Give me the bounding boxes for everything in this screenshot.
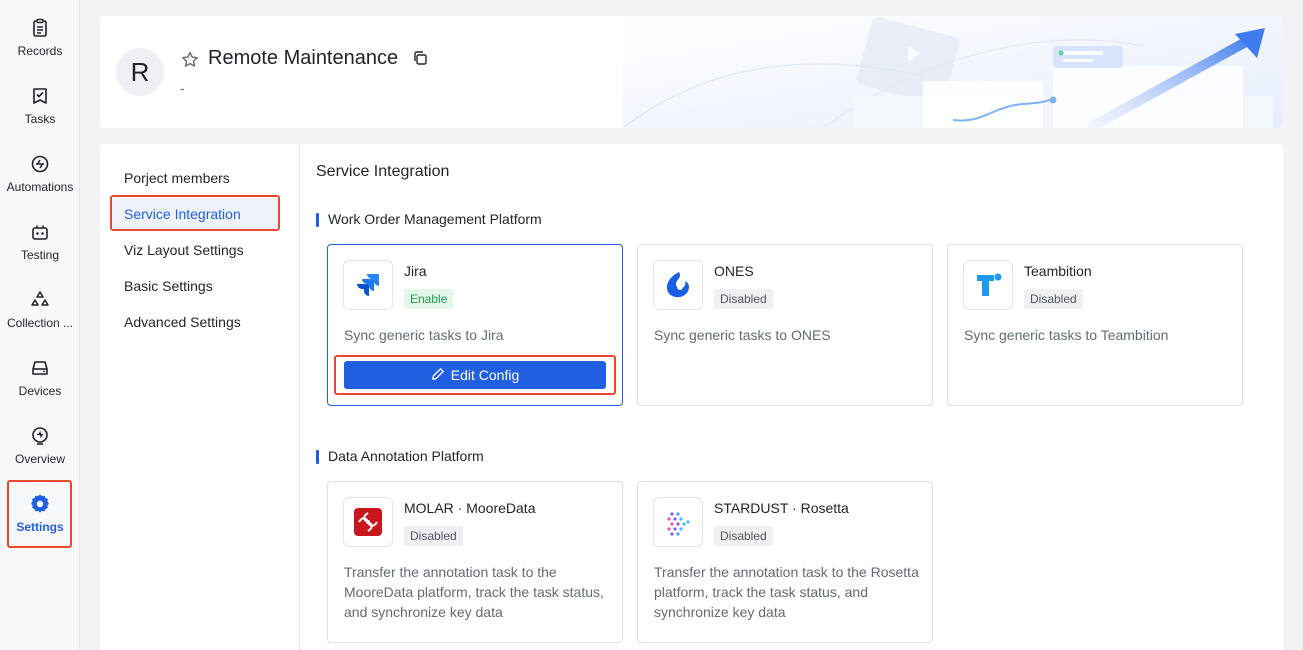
status-badge: Disabled (404, 526, 463, 546)
integration-card-rosetta[interactable]: STARDUST · Rosetta Disabled Transfer the… (637, 481, 933, 643)
mooredata-logo (343, 497, 393, 547)
project-header: R Remote Maintenance - (100, 16, 1283, 128)
integration-card-ones[interactable]: ONES Disabled Sync generic tasks to ONES (637, 244, 933, 406)
project-avatar: R (116, 48, 164, 96)
status-badge: Disabled (714, 526, 773, 546)
status-badge: Disabled (1024, 289, 1083, 309)
rail-item-devices[interactable]: Devices (0, 354, 80, 418)
testing-icon (29, 221, 51, 243)
card-description: Transfer the annotation task to the Moor… (344, 564, 604, 620)
settings-nav: Porject members Service Integration Viz … (100, 144, 300, 650)
project-title: Remote Maintenance (208, 47, 399, 69)
teambition-logo (963, 260, 1013, 310)
header-decoration (623, 16, 1283, 128)
edit-highlight-frame (334, 355, 616, 395)
status-badge: Disabled (714, 289, 773, 309)
card-name: Teambition (1024, 263, 1092, 279)
nav-item-viz-layout-settings[interactable]: Viz Layout Settings (112, 234, 278, 266)
ones-logo (653, 260, 703, 310)
rail-item-label: Devices (18, 384, 62, 398)
card-description: Transfer the annotation task to the Rose… (654, 564, 919, 620)
collection-icon (29, 289, 51, 311)
overview-icon (29, 425, 51, 447)
rail-item-label: Tasks (24, 112, 56, 126)
star-icon[interactable] (180, 50, 200, 70)
project-subtitle: - (180, 80, 185, 96)
jira-logo (343, 260, 393, 310)
rail-item-collection[interactable]: Collection ... (0, 286, 80, 350)
rail-item-tasks[interactable]: Tasks (0, 82, 80, 146)
card-description: Sync generic tasks to ONES (654, 327, 831, 343)
task-check-icon (29, 85, 51, 107)
clipboard-icon (29, 17, 51, 39)
left-rail: Records Tasks Automations Testing Collec… (0, 0, 80, 650)
rail-item-automations[interactable]: Automations (0, 150, 80, 214)
nav-item-project-members[interactable]: Porject members (112, 162, 278, 194)
nav-item-advanced-settings[interactable]: Advanced Settings (112, 306, 278, 338)
nav-highlight-frame (110, 195, 280, 231)
card-description: Sync generic tasks to Teambition (964, 327, 1169, 343)
card-name: Jira (404, 263, 427, 279)
section-title: Work Order Management Platform (316, 211, 542, 227)
card-description: Sync generic tasks to Jira (344, 327, 504, 343)
card-name: MOLAR · MooreData (404, 500, 536, 516)
settings-panel: Porject members Service Integration Viz … (100, 144, 1283, 650)
automation-icon (29, 153, 51, 175)
integration-card-mooredata[interactable]: MOLAR · MooreData Disabled Transfer the … (327, 481, 623, 643)
rail-item-overview[interactable]: Overview (0, 422, 80, 486)
nav-item-basic-settings[interactable]: Basic Settings (112, 270, 278, 302)
integration-card-jira[interactable]: Jira Enable Sync generic tasks to Jira E… (327, 244, 623, 406)
card-name: ONES (714, 263, 754, 279)
copy-icon[interactable] (412, 50, 428, 66)
status-badge: Enable (404, 289, 454, 309)
rail-item-label: Automations (6, 180, 74, 194)
rail-item-label: Records (17, 44, 63, 58)
integration-card-teambition[interactable]: Teambition Disabled Sync generic tasks t… (947, 244, 1243, 406)
rail-item-label: Overview (14, 452, 65, 466)
device-icon (29, 357, 51, 379)
rail-item-records[interactable]: Records (0, 14, 80, 78)
rail-item-testing[interactable]: Testing (0, 218, 80, 282)
card-name: STARDUST · Rosetta (714, 500, 849, 516)
rail-item-label: Testing (20, 248, 60, 262)
content-title: Service Integration (316, 163, 450, 180)
rail-item-label: Collection ... (6, 316, 74, 330)
section-title: Data Annotation Platform (316, 448, 484, 464)
rosetta-logo (653, 497, 703, 547)
settings-highlight-frame (7, 480, 72, 548)
